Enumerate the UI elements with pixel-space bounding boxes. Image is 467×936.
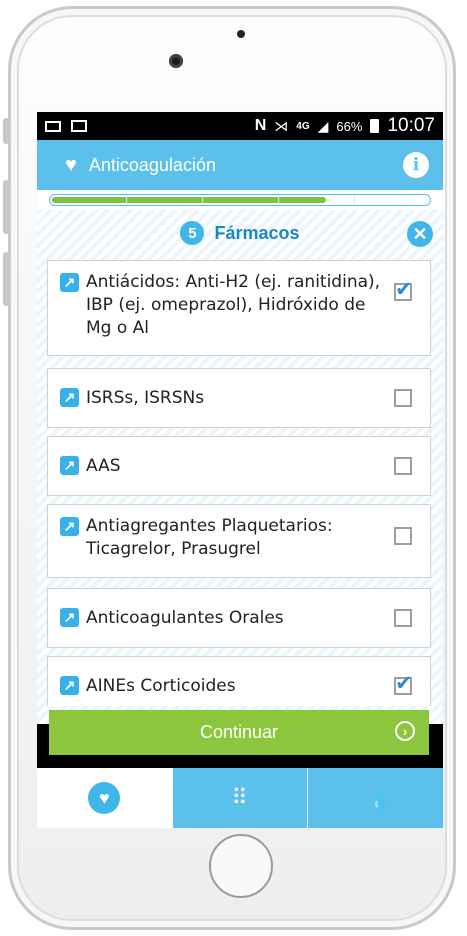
heart-icon: ♥ [65,153,77,176]
app-bar: ♥ Anticoagulación i [37,140,443,190]
mute-icon: ⋊ [274,117,289,134]
chevron-right-icon: › [395,721,415,741]
section-title: Fármacos [214,222,300,243]
continue-button[interactable]: Continuar › [49,710,429,755]
item-label: AINEs Corticoides [86,676,236,696]
item-label: Antiagregantes Plaquetarios: Ticagrelor,… [86,516,333,559]
progress-bar [49,194,431,206]
mute-switch [3,118,9,144]
item-checkbox[interactable] [394,671,413,696]
image-icon [71,120,87,132]
external-link-icon[interactable]: ↗ [60,273,79,292]
item-label: Antiácidos: Anti-H2 (ej. ranitidina), IB… [86,272,381,338]
list-item[interactable]: ↗ Antiácidos: Anti-H2 (ej. ranitidina), … [47,260,431,356]
item-checkbox[interactable] [394,389,412,407]
sensor-icon [237,30,245,38]
progress-container [37,190,443,210]
item-label: AAS [86,456,121,476]
info-button[interactable]: i [403,152,429,178]
heart-icon: ♥ [88,782,121,814]
list-item[interactable]: ↗ AINEs Corticoides [47,656,431,706]
volume-up-button [3,180,9,234]
close-button[interactable]: ✕ [407,221,433,247]
volume-down-button [3,252,9,306]
battery-percent: 66% [336,118,363,134]
progress-fill [52,197,326,203]
external-link-icon[interactable]: ↗ [60,676,79,695]
list-item[interactable]: ↗ Anticoagulantes Orales [47,588,431,648]
mail-icon [45,120,61,132]
app-title: Anticoagulación [88,154,216,175]
home-button[interactable] [209,834,273,898]
item-label: Anticoagulantes Orales [86,608,284,628]
list-item[interactable]: ↗ ISRSs, ISRSNs [47,368,431,428]
dots-grid-icon: ⠿ [231,785,249,810]
external-link-icon[interactable]: ↗ [60,456,79,475]
list-item[interactable]: ↗ AAS [47,436,431,496]
section-header: 5 Fármacos ✕ [37,210,443,256]
nfc-icon: N [254,117,267,134]
content-area: 5 Fármacos ✕ ↗ Antiácidos: Anti-H2 (ej. … [37,210,443,724]
item-checkbox[interactable] [394,609,412,627]
external-link-icon[interactable]: ↗ [60,388,79,407]
external-link-icon[interactable]: ↗ [60,608,79,627]
item-label: ISRSs, ISRSNs [86,388,205,408]
external-link-icon[interactable]: ↗ [60,517,79,536]
tab-dots[interactable]: ⠿ [171,768,308,828]
item-checkbox[interactable] [394,527,412,545]
drop-icon: 💧 [367,790,393,812]
tab-heart[interactable]: ♥ [37,768,172,828]
drug-list[interactable]: ↗ Antiácidos: Anti-H2 (ej. ranitidina), … [47,260,433,706]
clock: 10:07 [387,115,435,136]
screen: N ⋊ 4G ◢ 66% 10:07 ♥ Anticoagulación i 5… [37,112,443,828]
step-number-badge: 5 [180,221,205,245]
tab-drop[interactable]: 💧 [307,768,443,828]
battery-icon [370,119,380,133]
front-camera-icon [169,54,183,68]
item-checkbox[interactable] [394,457,412,475]
network-label: 4G [296,120,310,132]
continue-label: Continuar [199,722,279,742]
item-checkbox[interactable] [394,277,413,302]
signal-icon: ◢ [317,117,329,134]
bottom-tab-bar: ♥ ⠿ 💧 [37,768,443,828]
status-bar: N ⋊ 4G ◢ 66% 10:07 [37,112,443,140]
list-item[interactable]: ↗ Antiagregantes Plaquetarios: Ticagrelo… [47,504,431,578]
